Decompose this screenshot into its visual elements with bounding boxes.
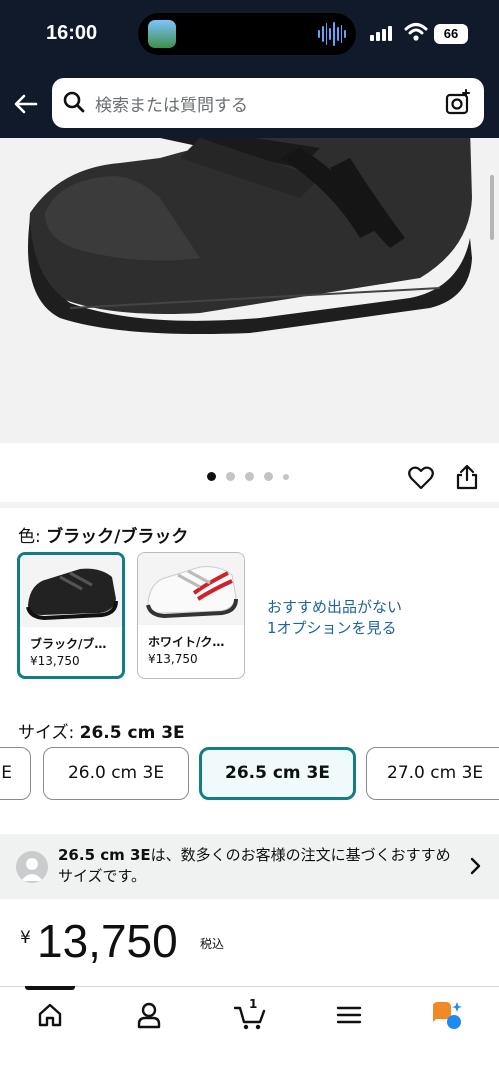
see-other-options-link[interactable]: おすすめ出品がない 1オプションを見る [267, 597, 402, 639]
menu-icon[interactable] [334, 1000, 364, 1030]
rufus-icon[interactable] [430, 1000, 464, 1032]
product-photo [28, 138, 472, 334]
gallery-dot-3[interactable] [245, 472, 254, 481]
account-icon[interactable] [134, 1000, 164, 1030]
cart-count: 1 [249, 997, 258, 1011]
avatar-icon [16, 851, 48, 883]
gallery-page-indicator[interactable] [207, 472, 289, 481]
page-scrollbar[interactable] [490, 175, 494, 240]
color-option-white-image [138, 553, 244, 625]
search-input[interactable]: 検索または質問する [95, 91, 248, 116]
wifi-icon [404, 23, 428, 41]
back-arrow-icon[interactable] [10, 88, 42, 120]
color-option-name: ブラック/ブ… [30, 637, 107, 651]
price-currency: ¥ [20, 928, 31, 948]
price-tax-note: 税込 [200, 937, 225, 951]
size-label-prefix: サイズ: [18, 723, 80, 743]
product-image[interactable] [0, 138, 499, 443]
color-option-black[interactable]: ブラック/ブ… ¥13,750 [17, 552, 125, 679]
color-label-prefix: 色: [18, 527, 47, 547]
recommend-link-line1: おすすめ出品がない [267, 598, 403, 616]
color-option-name: ホワイト/ク… [148, 635, 225, 649]
color-option-white[interactable]: ホワイト/ク… ¥13,750 [137, 552, 245, 679]
audio-wave-icon [318, 20, 346, 48]
color-selected-value: ブラック/ブラック [46, 527, 189, 547]
status-time: 16:00 [46, 22, 98, 44]
cellular-signal-icon [370, 26, 392, 41]
color-option-price: ¥13,750 [148, 652, 198, 666]
section-divider [0, 502, 499, 508]
home-icon[interactable] [35, 1000, 65, 1030]
chevron-right-icon[interactable] [470, 856, 482, 876]
camera-icon[interactable] [444, 89, 472, 117]
gallery-dot-1[interactable] [207, 472, 216, 481]
gallery-dot-4[interactable] [264, 472, 273, 481]
size-option-26-0[interactable]: 26.0 cm 3E [43, 747, 189, 800]
size-option-26-5[interactable]: 26.5 cm 3E [199, 747, 356, 800]
app-thumbnail-icon[interactable] [148, 20, 176, 48]
size-selected-value: 26.5 cm 3E [79, 723, 185, 743]
color-option-black-image [20, 555, 122, 627]
size-option-27-0[interactable]: 27.0 cm 3E [366, 747, 499, 800]
recommend-link-line2: 1オプションを見る [267, 619, 397, 637]
size-recommendation-text: 26.5 cm 3Eは、数多くのお客様の注文に基づくおすすめサイズです。 [58, 845, 458, 887]
search-icon[interactable] [62, 90, 86, 114]
size-label: サイズ: 26.5 cm 3E [18, 718, 185, 743]
color-option-price: ¥13,750 [30, 654, 80, 668]
active-tab-indicator [25, 986, 75, 990]
heart-icon[interactable] [408, 466, 434, 490]
price-value: 13,750 [37, 915, 178, 967]
size-option-partial[interactable]: E [0, 747, 31, 800]
gallery-dot-2[interactable] [226, 472, 235, 481]
color-label: 色: ブラック/ブラック [18, 522, 188, 547]
gallery-dot-5[interactable] [283, 473, 289, 480]
battery-icon: 66 [434, 24, 468, 44]
recommended-size: 26.5 cm 3E [58, 846, 151, 864]
share-icon[interactable] [456, 464, 478, 490]
